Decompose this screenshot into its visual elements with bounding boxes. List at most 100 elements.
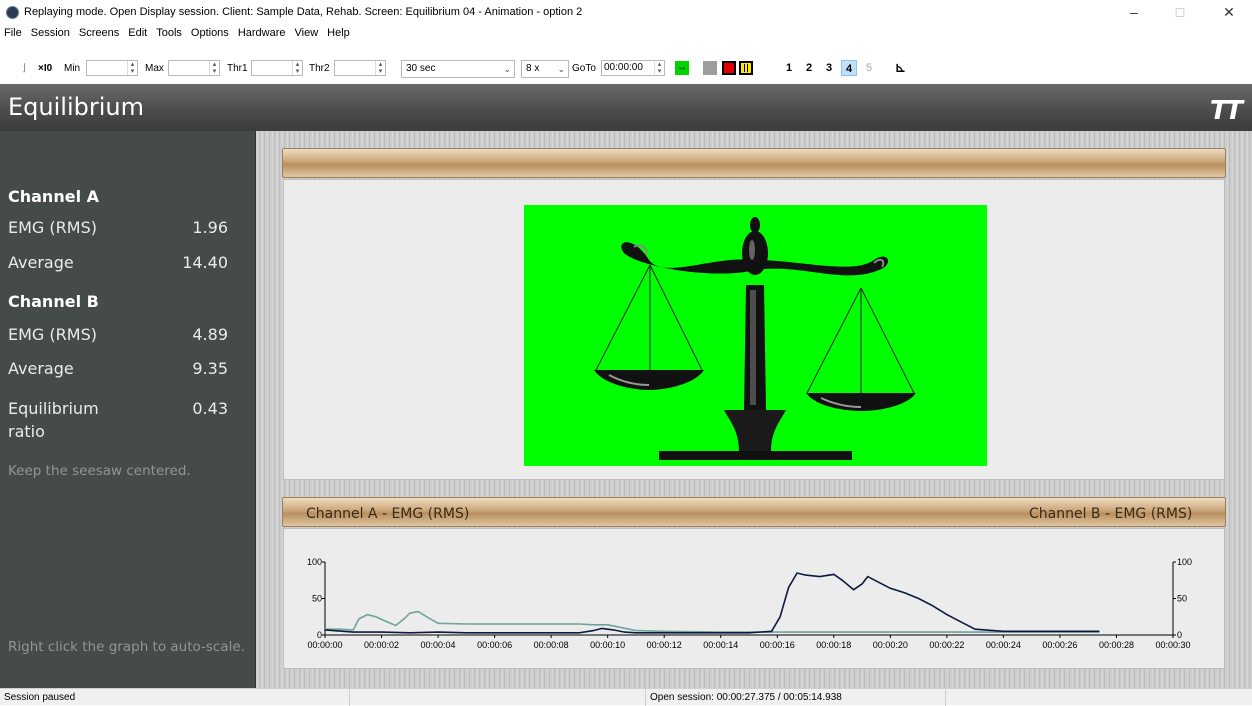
screen-2-button[interactable]: 2 [801,60,817,76]
stop-gray-icon[interactable] [703,61,717,75]
menu-hardware[interactable]: Hardware [238,27,286,39]
channel-a-emg-row: EMG (RMS) 1.96 [8,218,228,237]
duration-value: 30 sec [406,63,436,74]
menu-tools[interactable]: Tools [156,27,182,39]
channel-b-avg-row: Average 9.35 [8,359,228,378]
speed-select[interactable]: 8 x ⌄ [521,60,569,78]
channel-b-avg-value: 9.35 [192,359,228,378]
pause-icon[interactable] [739,61,753,75]
channel-b-emg-value: 4.89 [192,325,228,344]
x-tick-label: 00:00:28 [1099,640,1134,650]
y-tick-label-left: 0 [317,630,322,640]
ratio-label: Equilibrium [8,399,99,418]
step-icon[interactable]: ⊾ [895,60,906,75]
instruction-text: Keep the seesaw centered. [8,463,191,479]
ratio-row: Equilibrium 0.43 [8,399,228,418]
chevron-down-icon: ⌄ [557,64,565,74]
animation-title-bar [282,148,1226,178]
channel-a-avg-value: 14.40 [182,253,228,272]
min-spinner[interactable]: ▴ ▾ [86,60,138,76]
x-tick-label: 00:00:08 [534,640,569,650]
x-tick-label: 00:00:04 [421,640,456,650]
window-title: Replaying mode. Open Display session. Cl… [24,6,583,18]
screen-title: Equilibrium [8,93,144,121]
ratio-label-2: ratio [8,422,45,441]
screen-3-button[interactable]: 3 [821,60,837,76]
x-tick-label: 00:00:10 [590,640,625,650]
max-spinner[interactable]: ▴ ▾ [168,60,220,76]
menu-edit[interactable]: Edit [128,27,147,39]
min-label: Min [64,62,81,74]
channel-a-emg-value: 1.96 [192,218,228,237]
channel-b-emg-label: EMG (RMS) [8,325,97,344]
y-tick-label-right: 100 [1177,557,1192,567]
screen-5-button[interactable]: 5 [861,60,877,76]
sidebar: Channel A EMG (RMS) 1.96 Average 14.40 Cha… [0,131,256,688]
duration-select[interactable]: 30 sec ⌄ [401,60,515,78]
emg-line-chart[interactable]: 00:00:00 00:00:02 00:00:04 00:00:06 00:00:08… [283,528,1225,669]
x-tick-label: 00:00:12 [647,640,682,650]
status-text: Session paused [0,689,350,706]
menu-session[interactable]: Session [31,27,70,39]
status-bar: Session paused Open session: 00:00:27.37… [0,688,1252,706]
screen-1-button[interactable]: 1 [781,60,797,76]
menu-help[interactable]: Help [327,27,350,39]
x-tick-label: 00:00:16 [760,640,795,650]
channel-a-avg-row: Average 14.40 [8,253,228,272]
status-session-time: Open session: 00:00:27.375 / 00:05:14.93… [646,689,946,706]
ratio-value: 0.43 [192,399,228,418]
max-label: Max [145,62,164,74]
title-bar: Replaying mode. Open Display session. Cl… [0,0,1252,24]
app-icon [6,5,19,19]
menu-view[interactable]: View [295,27,319,39]
thr2-label: Thr2 [309,62,330,74]
maximize-button[interactable]: □ [1157,0,1203,24]
x-tick-label: 00:00:22 [929,640,964,650]
menu-file[interactable]: File [4,27,22,39]
channel-b-avg-label: Average [8,359,74,378]
menu-screens[interactable]: Screens [79,27,119,39]
y-tick-label-right: 0 [1177,630,1182,640]
y-tick-label-left: 50 [312,594,322,604]
close-button[interactable]: ✕ [1206,0,1252,24]
x-tick-label: 00:00:26 [1042,640,1077,650]
sync-arrows-icon[interactable]: ↔ [675,61,689,75]
thr2-spinner[interactable]: ▴ ▾ [334,60,386,76]
x-tick-label: 00:00:14 [703,640,738,650]
thr1-spinner[interactable]: ▴ ▾ [251,60,303,76]
channel-a-avg-label: Average [8,253,74,272]
speed-value: 8 x [526,63,540,74]
x-tick-label: 00:00:24 [986,640,1021,650]
graph-right-title: Channel B - EMG (RMS) [1029,506,1193,522]
record-stop-icon[interactable] [722,61,736,75]
channel-a-emg-label: EMG (RMS) [8,218,97,237]
channel-b-emg-row: EMG (RMS) 4.89 [8,325,228,344]
goto-label: GoTo [572,62,596,74]
status-seg-2 [350,689,646,706]
screen-header: Equilibrium TT [0,84,1252,131]
menu-bar: File Session Screens Edit Tools Options … [0,24,1252,42]
x-tick-label: 00:00:20 [873,640,908,650]
y-tick-label-left: 100 [307,557,322,567]
thr1-label: Thr1 [227,62,248,74]
x-tick-label: 00:00:18 [816,640,851,650]
x10-button[interactable]: ×I0 [38,61,52,75]
minimize-button[interactable]: – [1111,0,1157,24]
menu-options[interactable]: Options [191,27,229,39]
x-tick-label: 00:00:00 [307,640,342,650]
animation-canvas [524,205,987,466]
brand-logo: TT [1209,96,1243,126]
x-tick-label: 00:00:02 [364,640,399,650]
goto-value: 00:00:00 [604,62,643,73]
balance-scale-image [594,217,916,460]
screen-4-button[interactable]: 4 [841,60,857,76]
marker-icon[interactable]: ⌋ [22,61,26,75]
channel-a-heading: Channel A [8,187,99,206]
y-tick-label-right: 50 [1177,594,1187,604]
chevron-down-icon: ⌄ [503,64,511,74]
channel-b-heading: Channel B [8,292,99,311]
autoscale-hint: Right click the graph to auto-scale. [8,639,245,655]
goto-field[interactable]: 00:00:00 ▴ ▾ [601,60,665,76]
x-tick-label: 00:00:06 [477,640,512,650]
x-tick-label: 00:00:30 [1155,640,1190,650]
